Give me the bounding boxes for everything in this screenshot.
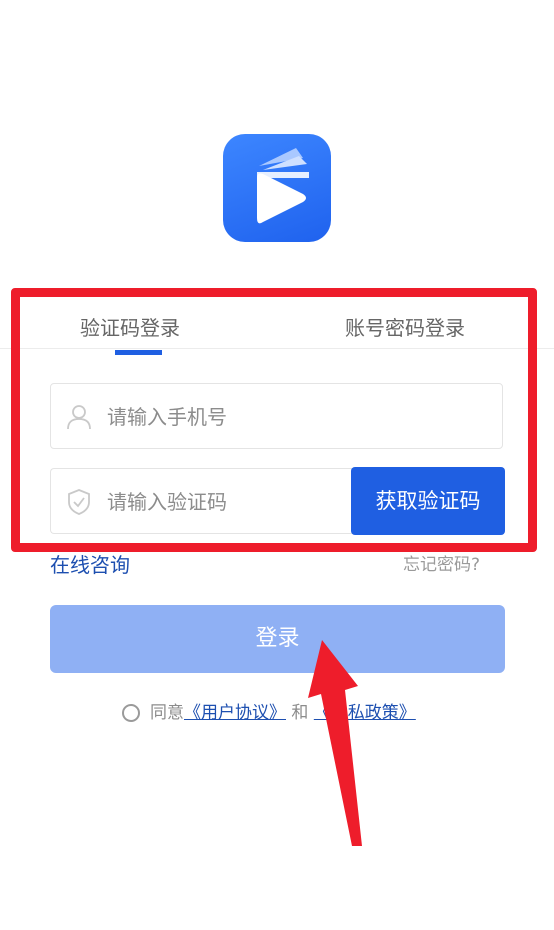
code-placeholder: 请输入验证码 — [107, 490, 227, 514]
agreement-conjunction: 和 — [291, 703, 309, 723]
play-book-icon — [257, 148, 309, 224]
phone-field[interactable]: 请输入手机号 — [50, 383, 503, 449]
tab-sms-login[interactable]: 验证码登录 — [80, 310, 180, 346]
privacy-policy-link[interactable]: 《隐私政策》 — [314, 703, 416, 723]
online-consult-link[interactable]: 在线咨询 — [50, 550, 130, 580]
active-tab-indicator — [115, 350, 162, 355]
user-icon — [67, 405, 91, 430]
login-button[interactable]: 登录 — [50, 605, 505, 673]
phone-placeholder: 请输入手机号 — [107, 405, 227, 429]
agreement-prefix: 同意 — [150, 703, 184, 723]
agreement-row: 同意《用户协议》 和 《隐私政策》 — [122, 700, 416, 726]
agree-radio[interactable] — [122, 704, 140, 722]
tab-password-login[interactable]: 账号密码登录 — [345, 310, 465, 346]
app-logo — [223, 134, 331, 242]
user-agreement-link[interactable]: 《用户协议》 — [184, 703, 286, 723]
code-field[interactable]: 请输入验证码 — [50, 468, 352, 534]
get-code-button[interactable]: 获取验证码 — [351, 467, 505, 535]
tabs-divider — [0, 348, 554, 349]
forgot-password-link[interactable]: 忘记密码? — [403, 552, 480, 578]
shield-icon — [68, 489, 90, 515]
